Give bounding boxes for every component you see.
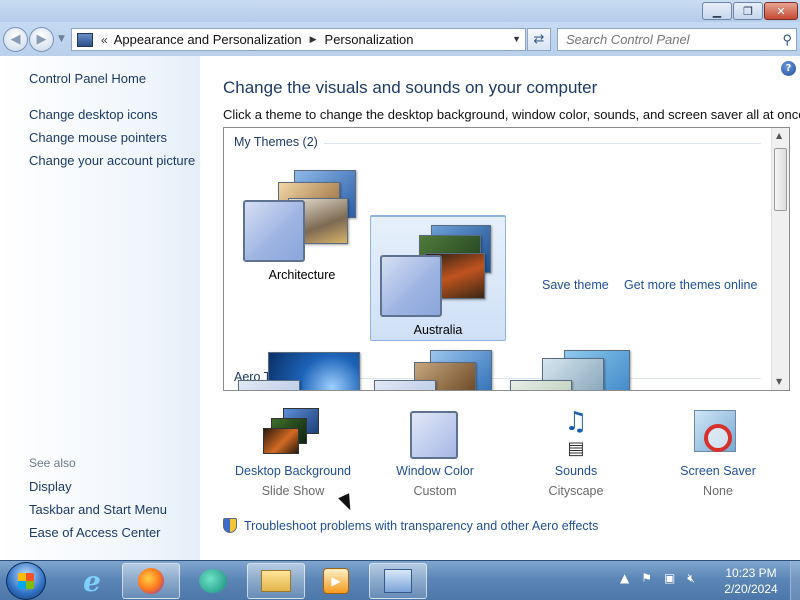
- aero-theme-swatch: [374, 380, 436, 390]
- maximize-icon: ❐: [743, 4, 753, 18]
- control-panel-icon: [384, 569, 412, 593]
- desktop-background-icon-layer: [263, 428, 299, 454]
- troubleshoot-label: Troubleshoot problems with transparency …: [244, 518, 599, 533]
- start-button[interactable]: [6, 562, 46, 600]
- show-desktop-button[interactable]: [790, 561, 800, 600]
- control-panel-home-link[interactable]: Control Panel Home: [29, 71, 146, 86]
- ease-of-access-link[interactable]: Ease of Access Center: [29, 525, 161, 540]
- system-clock[interactable]: 10:23 PM 2/20/2024: [716, 565, 786, 597]
- taskbar: e ▶ ▲ ⚑ ▣ 🔇︎ 10:23 PM 2/20/2024: [0, 560, 800, 600]
- search-placeholder: Search Control Panel: [566, 32, 690, 47]
- control-panel-icon: [77, 32, 93, 47]
- taskbar-media-player[interactable]: ▶: [307, 563, 365, 599]
- troubleshoot-aero-link[interactable]: Troubleshoot problems with transparency …: [223, 518, 598, 533]
- get-more-themes-link[interactable]: Get more themes online: [624, 278, 757, 292]
- scrollbar-thumb[interactable]: [774, 148, 787, 211]
- screen-saver-value: None: [703, 484, 733, 498]
- theme-architecture[interactable]: Architecture: [234, 162, 370, 287]
- scroll-up-icon[interactable]: ▲: [776, 131, 782, 140]
- theme-list[interactable]: My Themes (2) Architecture Australia Sav…: [223, 127, 790, 391]
- change-account-picture-link[interactable]: Change your account picture: [29, 153, 195, 168]
- network-icon[interactable]: ▣: [664, 571, 675, 586]
- refresh-icon: ⇄: [533, 32, 545, 47]
- sounds-icon: ♫ ▤: [564, 407, 588, 459]
- search-input[interactable]: Search Control Panel ⚲: [557, 28, 797, 51]
- taskbar-chat-app[interactable]: [184, 563, 242, 599]
- no-screen-saver-icon: [704, 424, 732, 452]
- show-hidden-icons-icon[interactable]: ▲: [620, 571, 629, 586]
- scroll-down-icon[interactable]: ▼: [776, 377, 782, 386]
- window-color-icon: [410, 411, 458, 459]
- breadcrumb-separator-icon[interactable]: ▶: [310, 34, 317, 45]
- taskbar-firefox[interactable]: [122, 563, 180, 599]
- firefox-icon: [138, 568, 164, 594]
- task-pane: Control Panel Home Change desktop icons …: [0, 56, 200, 560]
- window-color-value: Custom: [413, 484, 457, 498]
- shield-icon: [223, 518, 237, 533]
- window-color-swatch: [243, 200, 305, 262]
- breadcrumb-personalization[interactable]: Personalization: [325, 32, 414, 47]
- back-arrow-icon: ◀: [10, 32, 21, 47]
- forward-button[interactable]: ▶: [29, 27, 54, 52]
- theme-label: Architecture: [268, 268, 336, 282]
- window-color-link[interactable]: Window Color: [365, 464, 505, 478]
- address-bar[interactable]: « Appearance and Personalization ▶ Perso…: [71, 28, 526, 51]
- taskbar-internet-explorer[interactable]: e: [63, 563, 121, 599]
- display-link[interactable]: Display: [29, 479, 72, 494]
- aero-theme-swatch: [510, 380, 572, 390]
- desktop-background-link[interactable]: Desktop Background: [223, 464, 363, 478]
- navigation-bar: ◀ ▶ ▼ « Appearance and Personalization ▶…: [0, 22, 800, 56]
- see-also-label: See also: [29, 456, 76, 470]
- group-divider: [324, 143, 761, 144]
- theme-list-scrollbar[interactable]: ▲ ▼: [771, 128, 789, 390]
- aero-theme-swatch: [238, 380, 300, 390]
- close-icon: ✕: [776, 4, 786, 18]
- main-content: ? Change the visuals and sounds on your …: [200, 56, 800, 560]
- minimize-icon: ▁: [712, 4, 722, 18]
- taskbar-start-menu-link[interactable]: Taskbar and Start Menu: [29, 502, 167, 517]
- taskbar-explorer[interactable]: [247, 563, 305, 599]
- my-themes-header[interactable]: My Themes (2): [234, 135, 318, 149]
- internet-explorer-icon: e: [83, 564, 101, 598]
- screen-saver-link[interactable]: Screen Saver: [648, 464, 788, 478]
- change-mouse-pointers-link[interactable]: Change mouse pointers: [29, 130, 167, 145]
- volume-muted-icon[interactable]: 🔇︎: [687, 571, 695, 586]
- search-icon[interactable]: ⚲: [782, 32, 792, 48]
- media-player-icon: ▶: [323, 568, 349, 594]
- change-desktop-icons-link[interactable]: Change desktop icons: [29, 107, 158, 122]
- sounds-value: Cityscape: [548, 484, 604, 498]
- page-title: Change the visuals and sounds on your co…: [223, 78, 598, 97]
- help-icon[interactable]: ?: [781, 61, 796, 76]
- close-button[interactable]: ✕: [764, 2, 798, 20]
- recent-pages-dropdown[interactable]: ▼: [58, 34, 65, 44]
- window-color-swatch: [380, 255, 442, 317]
- forward-arrow-icon: ▶: [36, 32, 47, 47]
- breadcrumb-overflow[interactable]: «: [101, 33, 108, 47]
- notification-area: ▲ ⚑ ▣ 🔇︎: [620, 571, 695, 586]
- clock-time: 10:23 PM: [725, 566, 777, 580]
- title-bar: ▁ ❐ ✕: [0, 0, 800, 22]
- chat-app-icon: [199, 569, 227, 593]
- clock-date: 2/20/2024: [724, 582, 778, 596]
- breadcrumb-appearance[interactable]: Appearance and Personalization: [114, 32, 302, 47]
- save-theme-link[interactable]: Save theme: [542, 278, 609, 292]
- taskbar-control-panel[interactable]: [369, 563, 427, 599]
- theme-label: Australia: [413, 323, 463, 337]
- maximize-button[interactable]: ❐: [733, 2, 763, 20]
- minimize-button[interactable]: ▁: [702, 2, 732, 20]
- address-dropdown-icon[interactable]: ▼: [512, 34, 521, 44]
- action-center-flag-icon[interactable]: ⚑: [641, 571, 652, 586]
- folder-icon: [261, 570, 291, 592]
- sounds-link[interactable]: Sounds: [506, 464, 646, 478]
- page-description: Click a theme to change the desktop back…: [223, 107, 800, 122]
- refresh-button[interactable]: ⇄: [527, 28, 551, 51]
- back-button[interactable]: ◀: [3, 27, 28, 52]
- theme-australia-selected[interactable]: Australia: [370, 216, 506, 341]
